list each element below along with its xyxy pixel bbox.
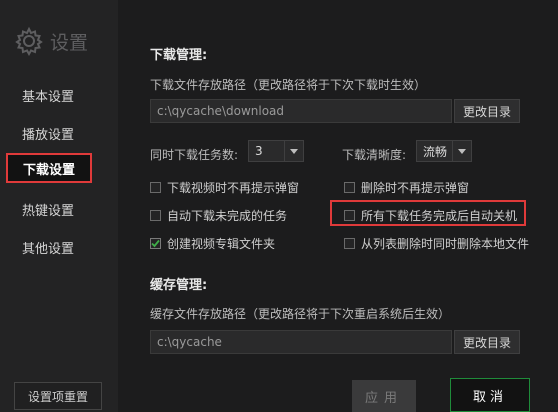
check-icon	[151, 239, 160, 248]
no-popup-on-delete-checkbox[interactable]: 删除时不再提示弹窗	[344, 179, 469, 196]
sidebar-item-hotkey[interactable]: 热键设置	[22, 200, 74, 219]
cancel-button[interactable]: 取消	[450, 378, 530, 412]
cache-path-label: 缓存文件存放路径（更改路径将于下次重启系统后生效）	[150, 307, 451, 321]
cache-section-title: 缓存管理:	[150, 278, 208, 293]
checkbox-label: 删除时不再提示弹窗	[361, 181, 470, 195]
apply-button[interactable]: 应用	[352, 380, 416, 412]
auto-resume-tasks-checkbox[interactable]: 自动下载未完成的任务	[150, 207, 287, 224]
settings-sidebar: 设置 基本设置 播放设置 下载设置 热键设置 其他设置 设置项重置	[0, 0, 119, 412]
checkbox-box	[150, 238, 161, 249]
shutdown-after-download-checkbox[interactable]: 所有下载任务完成后自动关机	[344, 207, 517, 224]
settings-title: 设置	[14, 26, 88, 56]
download-quality-label: 下载清晰度:	[342, 148, 407, 162]
checkbox-box	[344, 238, 355, 249]
download-path-input[interactable]: c:\qycache\download	[150, 99, 452, 123]
create-album-folder-checkbox[interactable]: 创建视频专辑文件夹	[150, 235, 275, 252]
cache-change-dir-button[interactable]: 更改目录	[454, 330, 520, 354]
delete-local-file-checkbox[interactable]: 从列表删除时同时删除本地文件	[344, 235, 529, 252]
concurrent-tasks-value: 3	[255, 144, 263, 158]
sidebar-item-playback[interactable]: 播放设置	[22, 124, 74, 143]
download-quality-value: 流畅	[423, 144, 448, 159]
checkbox-box	[344, 210, 355, 221]
chevron-down-icon	[284, 141, 303, 161]
checkbox-box	[150, 210, 161, 221]
checkbox-label: 从列表删除时同时删除本地文件	[361, 237, 530, 251]
settings-title-text: 设置	[50, 31, 89, 54]
checkbox-label: 所有下载任务完成后自动关机	[361, 209, 518, 223]
no-popup-on-download-checkbox[interactable]: 下载视频时不再提示弹窗	[150, 179, 299, 196]
checkbox-box	[344, 182, 355, 193]
sidebar-item-download[interactable]: 下载设置	[6, 153, 92, 183]
concurrent-tasks-label: 同时下载任务数:	[150, 148, 239, 162]
download-section-title: 下载管理:	[150, 48, 208, 63]
download-quality-select[interactable]: 流畅	[416, 140, 472, 162]
download-change-dir-button[interactable]: 更改目录	[454, 99, 520, 123]
download-path-label: 下载文件存放路径（更改路径将于下次下载时生效）	[150, 78, 427, 92]
cache-path-input[interactable]: c:\qycache	[150, 330, 452, 354]
reset-settings-button[interactable]: 设置项重置	[14, 382, 102, 410]
sidebar-item-other[interactable]: 其他设置	[22, 238, 74, 257]
checkbox-label: 自动下载未完成的任务	[167, 209, 288, 223]
sidebar-item-basic[interactable]: 基本设置	[22, 86, 74, 105]
concurrent-tasks-select[interactable]: 3	[248, 140, 304, 162]
checkbox-label: 下载视频时不再提示弹窗	[167, 181, 300, 195]
settings-window: 设置 基本设置 播放设置 下载设置 热键设置 其他设置 设置项重置 下载管理: …	[0, 0, 558, 412]
chevron-down-icon	[452, 141, 471, 161]
gear-icon	[15, 26, 43, 56]
checkbox-box	[150, 182, 161, 193]
download-settings-panel: 下载管理: 下载文件存放路径（更改路径将于下次下载时生效） c:\qycache…	[118, 0, 558, 412]
checkbox-label: 创建视频专辑文件夹	[167, 237, 276, 251]
